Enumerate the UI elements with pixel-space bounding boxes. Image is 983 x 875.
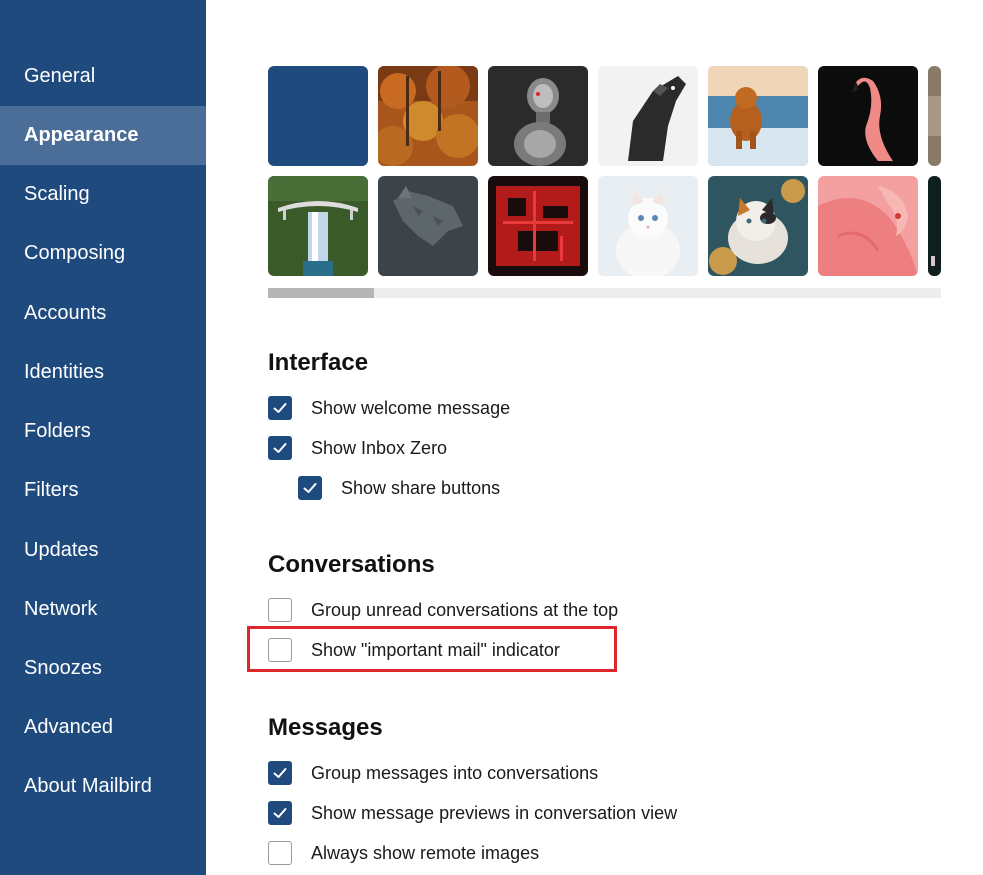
checkmark-icon (273, 808, 287, 818)
sidebar-item-folders[interactable]: Folders (0, 402, 206, 461)
gallery-scrollbar[interactable] (268, 288, 941, 298)
sidebar-item-identities[interactable]: Identities (0, 343, 206, 402)
checkbox[interactable] (298, 476, 322, 500)
sidebar-item-label: Identities (24, 361, 105, 383)
sidebar-item-composing[interactable]: Composing (0, 224, 206, 283)
sidebar-item-label: Snoozes (24, 657, 102, 679)
wallpaper-wolf-pattern[interactable] (378, 176, 478, 276)
sidebar-item-accounts[interactable]: Accounts (0, 284, 206, 343)
checkbox[interactable] (268, 598, 292, 622)
sidebar-item-label: Updates (24, 539, 99, 561)
checkbox[interactable] (268, 396, 292, 420)
option-label: Always show remote images (311, 842, 540, 863)
sidebar-item-label: Accounts (24, 302, 107, 324)
checkmark-icon (273, 443, 287, 453)
option-label: Group unread conversations at the top (311, 599, 619, 620)
wallpaper-pink-flamingo[interactable] (818, 176, 918, 276)
wallpaper-robot[interactable] (488, 66, 588, 166)
wallpaper-gallery (268, 66, 941, 276)
checkmark-icon (273, 768, 287, 778)
conversations-section-title: Conversations (268, 551, 435, 578)
sidebar-item-updates[interactable]: Updates (0, 521, 206, 580)
wallpaper-dog-beach[interactable] (708, 66, 808, 166)
settings-sidebar: General Appearance Scaling Composing Acc… (0, 0, 206, 875)
wallpaper-waterfall-bridge[interactable] (268, 176, 368, 276)
option-show-share-buttons[interactable]: Show share buttons (298, 473, 500, 503)
checkbox[interactable] (268, 761, 292, 785)
sidebar-item-snoozes[interactable]: Snoozes (0, 639, 206, 698)
wallpaper-flamingo[interactable] (818, 66, 918, 166)
wallpaper-white-kitten[interactable] (598, 176, 698, 276)
option-label: Group messages into conversations (311, 762, 599, 783)
wallpaper-autumn-forest[interactable] (378, 66, 478, 166)
sidebar-item-label: Advanced (24, 716, 113, 738)
sidebar-item-label: Network (24, 598, 98, 620)
option-show-inbox-zero[interactable]: Show Inbox Zero (268, 433, 447, 463)
sidebar-item-label: Scaling (24, 183, 90, 205)
sidebar-item-label: Folders (24, 420, 91, 442)
option-remote-images[interactable]: Always show remote images (268, 838, 539, 868)
wallpaper-partial[interactable] (928, 176, 941, 276)
option-label: Show Inbox Zero (311, 437, 448, 458)
settings-window: General Appearance Scaling Composing Acc… (0, 0, 983, 875)
checkbox[interactable] (268, 436, 292, 460)
gallery-scrollbar-thumb[interactable] (268, 288, 374, 298)
checkmark-icon (303, 483, 317, 493)
sidebar-item-advanced[interactable]: Advanced (0, 698, 206, 757)
option-label: Show share buttons (341, 477, 501, 498)
wallpaper-partial[interactable] (928, 66, 941, 166)
sidebar-item-network[interactable]: Network (0, 580, 206, 639)
wallpaper-circuit-board[interactable] (488, 176, 588, 276)
sidebar-item-appearance[interactable]: Appearance (0, 106, 206, 165)
sidebar-item-label: Composing (24, 242, 126, 264)
sidebar-item-label: About Mailbird (24, 775, 152, 797)
sidebar-item-label: Filters (24, 479, 79, 501)
option-label: Show welcome message (311, 397, 511, 418)
option-group-unread-top[interactable]: Group unread conversations at the top (268, 595, 618, 625)
checkmark-icon (273, 403, 287, 413)
wallpaper-solid-blue[interactable] (268, 66, 368, 166)
sidebar-item-label: General (24, 65, 96, 87)
appearance-panel: Interface Show welcome message Show Inbo… (206, 0, 983, 875)
sidebar-item-label: Appearance (24, 124, 139, 146)
highlight-box (247, 626, 617, 672)
wallpaper-calico-kitten[interactable] (708, 176, 808, 276)
sidebar-item-filters[interactable]: Filters (0, 461, 206, 520)
interface-section-title: Interface (268, 349, 369, 376)
option-message-previews[interactable]: Show message previews in conversation vi… (268, 798, 677, 828)
sidebar-item-scaling[interactable]: Scaling (0, 165, 206, 224)
messages-section-title: Messages (268, 714, 383, 741)
checkbox[interactable] (268, 801, 292, 825)
checkbox[interactable] (268, 841, 292, 865)
sidebar-item-about[interactable]: About Mailbird (0, 757, 206, 816)
sidebar-item-general[interactable]: General (0, 47, 206, 106)
option-show-welcome-message[interactable]: Show welcome message (268, 393, 510, 423)
option-group-messages[interactable]: Group messages into conversations (268, 758, 598, 788)
option-label: Show message previews in conversation vi… (311, 802, 678, 823)
wallpaper-dog-sketch[interactable] (598, 66, 698, 166)
